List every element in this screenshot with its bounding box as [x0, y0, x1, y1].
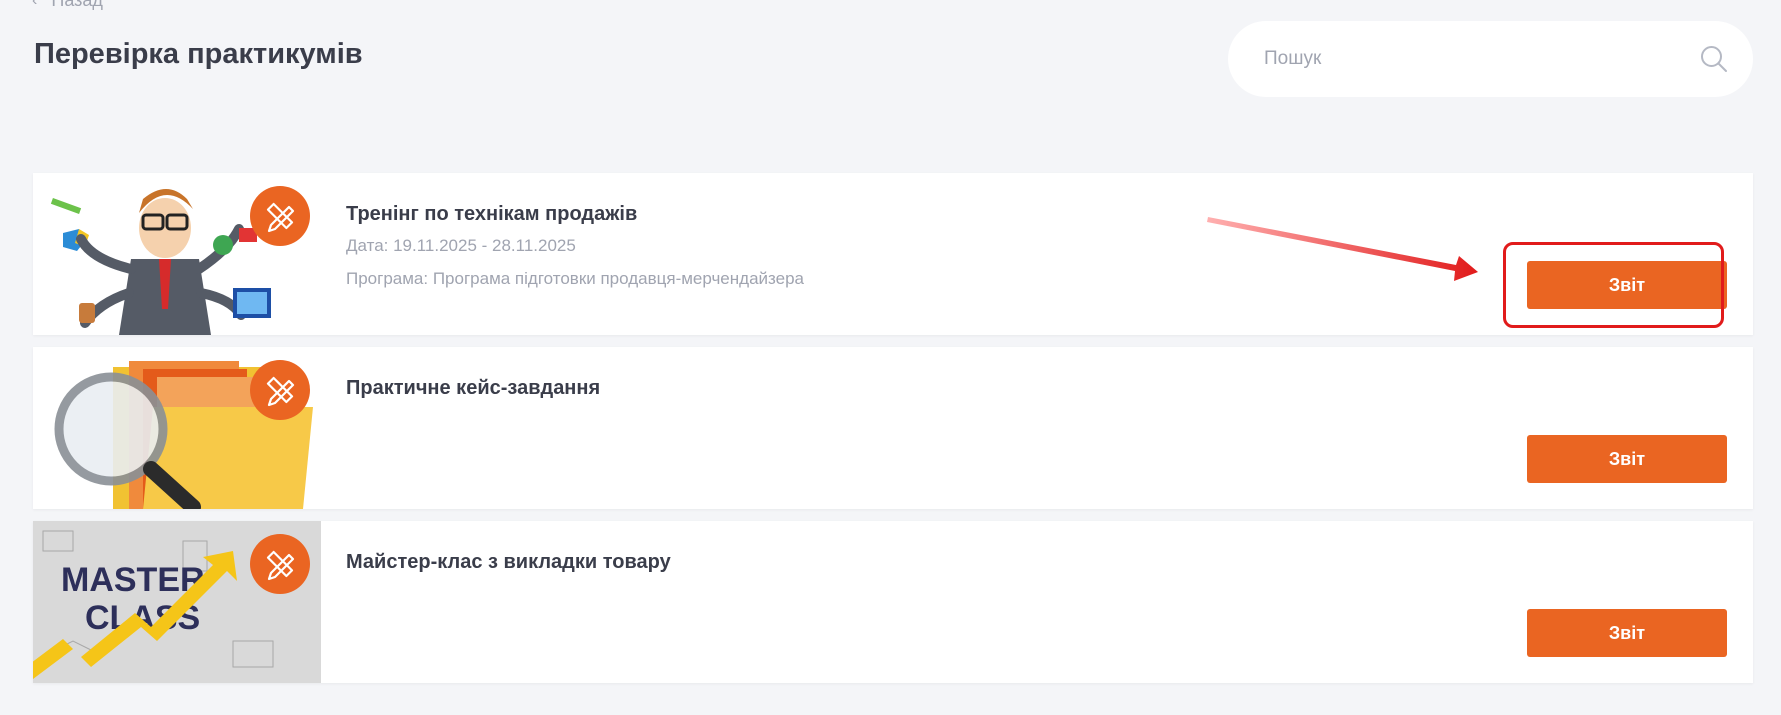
card-image-businessman — [33, 173, 321, 335]
practicum-badge — [250, 186, 310, 246]
chevron-left-icon: ‹ — [32, 0, 38, 9]
card-title[interactable]: Практичне кейс-завдання — [346, 377, 600, 400]
card-image-master-class: MASTER CLASS — [33, 521, 321, 683]
practicum-badge — [250, 360, 310, 420]
pencil-ruler-icon — [266, 550, 295, 581]
practicum-card: MASTER CLASS Майстер-клас з викладки тов… — [33, 521, 1753, 683]
card-program: Програма: Програма підготовки продавця-м… — [346, 269, 804, 288]
page-title: Перевірка практикумів — [34, 38, 363, 70]
back-link[interactable]: ‹ Назад — [32, 0, 103, 11]
search-icon[interactable] — [1699, 44, 1729, 74]
card-title[interactable]: Тренінг по технікам продажів — [346, 203, 637, 226]
search-box[interactable] — [1228, 21, 1753, 97]
pencil-ruler-icon — [266, 376, 295, 407]
practicum-badge — [250, 534, 310, 594]
report-button[interactable]: Звіт — [1527, 609, 1727, 657]
master-class-text: MASTER — [61, 561, 205, 599]
card-title[interactable]: Майстер-клас з викладки товару — [346, 551, 671, 574]
practicum-card: Тренінг по технікам продажів Дата: 19.11… — [33, 173, 1753, 335]
search-input[interactable] — [1264, 48, 1699, 70]
back-link-label: Назад — [51, 0, 103, 10]
card-date: Дата: 19.11.2025 - 28.11.2025 — [346, 236, 576, 255]
report-button[interactable]: Звіт — [1527, 435, 1727, 483]
report-button[interactable]: Звіт — [1527, 261, 1727, 309]
practicum-card: Практичне кейс-завдання Звіт — [33, 347, 1753, 509]
card-image-folder — [33, 347, 321, 509]
pencil-ruler-icon — [266, 202, 295, 233]
